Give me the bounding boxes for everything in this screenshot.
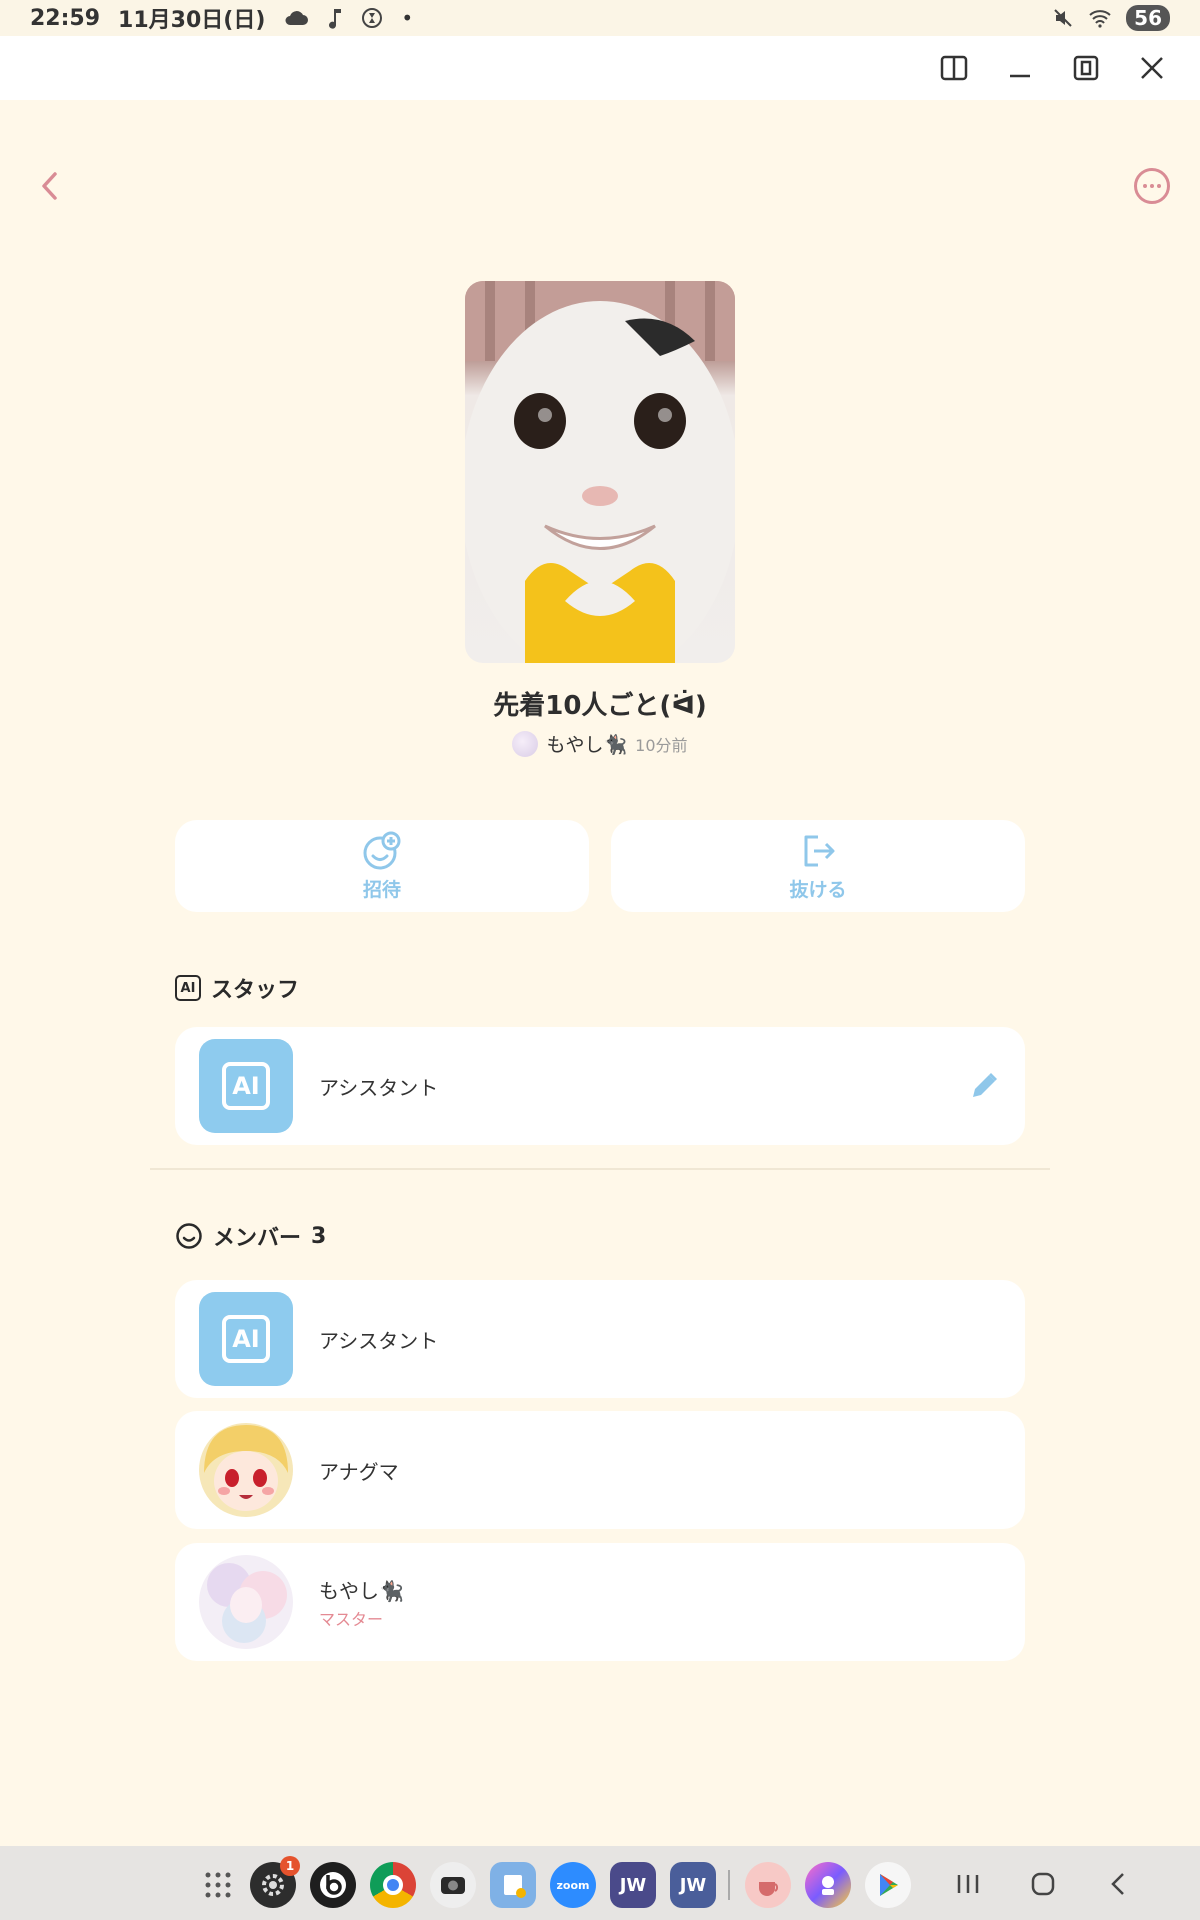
recent-apps-icon [957,1875,979,1893]
assistant-avatar: AI [199,1039,293,1133]
taskbar-separator [728,1870,730,1900]
minimize-icon [1010,74,1030,78]
tea-cup-app-icon[interactable] [745,1862,791,1908]
jw-library-label: JW [619,1874,647,1896]
staff-name: アシスタント [319,1075,439,1100]
invite-label: 招待 [362,878,401,901]
jw-library-app-icon[interactable]: JW [610,1862,656,1908]
popup-view-button[interactable] [1066,48,1106,88]
pastel-anime-avatar-image [199,1555,293,1649]
ai-staff-icon: AI [175,975,201,1001]
created-time: 10分前 [635,735,688,755]
zoom-app-icon[interactable]: zoom [550,1862,596,1908]
leave-button[interactable]: 抜ける [611,820,1025,912]
camera-app-icon[interactable] [430,1862,476,1908]
beats-app-icon[interactable] [310,1862,356,1908]
wifi-icon [1089,10,1111,28]
status-date: 11月30日(日) [118,8,266,33]
jw-org-app-icon[interactable]: JW [670,1862,716,1908]
chrome-center [383,1875,403,1895]
cat-photo [465,281,735,663]
play-store-app-icon[interactable] [865,1862,911,1908]
group-cover-image[interactable] [465,281,735,663]
edit-pencil-icon[interactable] [967,1069,1001,1103]
member-card-moyashi[interactable]: もやし🐈‍⬛ マスター [175,1543,1025,1661]
members-section-header: メンバー 3 [175,1220,326,1252]
invite-icon [363,831,401,869]
recent-apps-button[interactable] [948,1864,988,1904]
split-view-button[interactable] [934,48,974,88]
app-drawer-icon[interactable] [195,1862,241,1908]
settings-notification-badge: 1 [280,1856,300,1876]
more-dot [1157,184,1161,188]
minimize-button[interactable] [1000,48,1040,88]
chrome-app-icon[interactable] [370,1862,416,1908]
ai-icon: AI [222,1315,270,1363]
popup-view-icon [1073,55,1099,81]
timer-icon [362,8,383,28]
home-button[interactable] [1023,1864,1063,1904]
member-card-assistant[interactable]: AI アシスタント [175,1280,1025,1398]
close-window-button[interactable] [1132,48,1172,88]
staff-section-title: スタッフ [211,978,300,1003]
taskbar [0,1846,1200,1920]
member-role-badge: マスター [319,1609,384,1629]
staff-section-header: AI スタッフ [175,972,299,1004]
window-bar [0,36,1200,100]
back-arrow-icon [1111,1873,1124,1895]
back-button[interactable] [30,166,70,206]
more-dot [1150,184,1154,188]
group-title: 先着10人ごと(ᐛ) [493,691,707,721]
member-name: もやし🐈‍⬛ [319,1578,404,1603]
music-note-icon [329,9,342,29]
ai-icon: AI [222,1062,270,1110]
home-icon [1031,1872,1055,1896]
more-horizontal-icon [1143,184,1147,188]
anaguma-avatar [199,1423,293,1517]
file-manager-app-icon[interactable] [490,1862,536,1908]
members-count: 3 [311,1223,327,1249]
group-meta: もやし🐈‍⬛ 10分前 [0,730,1200,757]
cloud-icon [285,11,309,25]
split-view-icon [940,55,968,81]
section-divider [150,1168,1050,1170]
award-app-icon[interactable] [805,1862,851,1908]
settings-app-icon[interactable]: 1 [250,1856,300,1908]
jw-org-label: JW [679,1874,707,1896]
nav-back-button[interactable] [1098,1864,1138,1904]
creator-avatar[interactable] [512,730,539,757]
anime-girl-avatar-image [199,1423,293,1517]
invite-button[interactable]: 招待 [175,820,589,912]
member-name: アシスタント [319,1328,439,1353]
close-icon [1141,57,1163,79]
member-name: アナグマ [319,1459,399,1484]
moyashi-avatar [199,1555,293,1649]
member-smile-icon [176,1223,202,1249]
more-options-button[interactable] [1134,168,1170,204]
battery-level: 56 [1126,5,1170,31]
chevron-left-icon [42,172,57,200]
zoom-label: zoom [556,1878,590,1892]
staff-assistant-card[interactable]: AI アシスタント [175,1027,1025,1145]
member-card-anaguma[interactable]: アナグマ [175,1411,1025,1529]
members-section-title: メンバー [213,1226,302,1251]
assistant-avatar: AI [199,1292,293,1386]
status-bar: 22:59 11月30日(日) • 56 [0,0,1200,36]
creator-name[interactable]: もやし🐈‍⬛ [546,730,627,757]
leave-label: 抜ける [789,878,847,901]
status-dot: • [401,6,414,30]
status-time: 22:59 [30,5,101,31]
leave-icon [804,835,835,866]
mute-icon [1054,9,1072,27]
